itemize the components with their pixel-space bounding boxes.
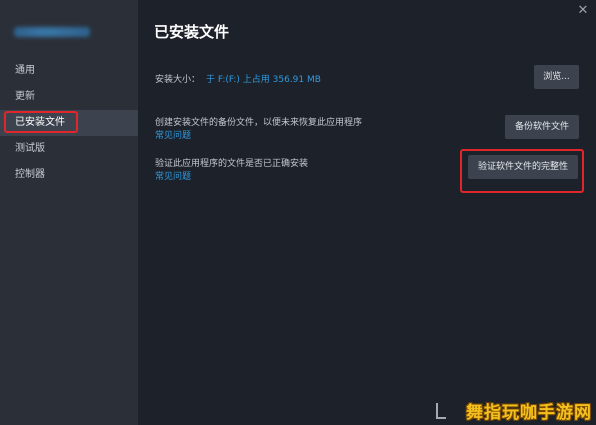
verify-faq-link[interactable]: 常见问题: [155, 169, 191, 182]
sidebar-item-updates[interactable]: 更新: [0, 84, 138, 110]
properties-window: 通用 更新 已安装文件 测试版 控制器 ✕ 已安装文件 安装大小： 于 F:(F:…: [0, 0, 596, 425]
sidebar: 通用 更新 已安装文件 测试版 控制器: [0, 0, 138, 425]
verify-integrity-button[interactable]: 验证软件文件的完整性: [468, 155, 578, 179]
backup-files-button[interactable]: 备份软件文件: [505, 115, 579, 139]
page-title: 已安装文件: [154, 23, 230, 41]
verify-description: 验证此应用程序的文件是否已正确安装: [155, 159, 309, 169]
sidebar-item-controller[interactable]: 控制器: [0, 162, 138, 188]
app-name-blurred: [14, 27, 90, 37]
watermark-corner-mark: [436, 403, 446, 419]
browse-button[interactable]: 浏览...: [534, 65, 579, 89]
main-panel: ✕ 已安装文件 安装大小： 于 F:(F:) 上占用 356.91 MB 浏览..…: [138, 0, 596, 425]
backup-description: 创建安装文件的备份文件，以便未来恢复此应用程序: [155, 118, 363, 128]
watermark-logo: 舞指玩咖手游网: [466, 403, 592, 423]
install-size-row: 安装大小： 于 F:(F:) 上占用 356.91 MB: [155, 72, 321, 85]
close-icon[interactable]: ✕: [576, 4, 590, 18]
install-size-label: 安装大小：: [155, 75, 201, 85]
sidebar-item-general[interactable]: 通用: [0, 58, 138, 84]
sidebar-nav: 通用 更新 已安装文件 测试版 控制器: [0, 58, 138, 188]
sidebar-item-betas[interactable]: 测试版: [0, 136, 138, 162]
install-size-value: 于 F:(F:) 上占用 356.91 MB: [206, 75, 321, 85]
sidebar-item-installed-files[interactable]: 已安装文件: [0, 110, 138, 136]
backup-faq-link[interactable]: 常见问题: [155, 128, 191, 141]
